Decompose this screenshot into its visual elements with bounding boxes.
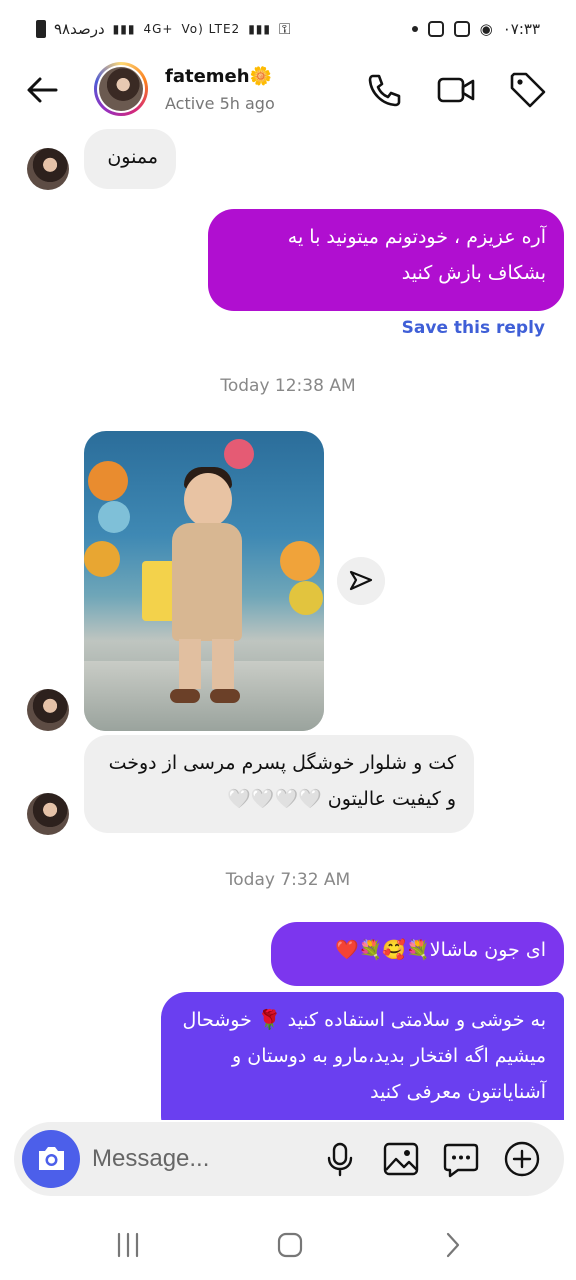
phone-call-icon[interactable] (364, 70, 404, 110)
sender-avatar[interactable] (27, 689, 69, 731)
system-nav-bar (0, 1210, 576, 1280)
sticker-chat-icon[interactable] (442, 1140, 480, 1178)
video-call-icon[interactable] (436, 70, 476, 110)
chat-thread[interactable]: ممنون آره عزیزم ، خودتونم میتونید با یه … (0, 120, 576, 1120)
add-plus-icon[interactable] (503, 1140, 541, 1178)
contact-avatar[interactable] (94, 62, 148, 116)
sender-avatar[interactable] (27, 148, 69, 190)
message-composer (14, 1122, 564, 1196)
outgoing-message[interactable]: آره عزیزم ، خودتونم میتونید با یه بشکاف … (208, 209, 564, 311)
status-bar: ۹۸درصد ▮▮▮ 4G+ Vo) LTE2 ▮▮▮ ⚿ ◉ ۰۷:۳۳ (0, 0, 576, 60)
camera-icon (39, 1147, 64, 1170)
instagram-icon (427, 21, 444, 37)
signal-icon-2: ▮▮▮ (248, 22, 271, 36)
battery-text: ۹۸درصد (54, 20, 105, 38)
microphone-icon[interactable] (321, 1140, 359, 1178)
signal-icon: ▮▮▮ (112, 22, 136, 36)
gallery-icon (453, 21, 470, 37)
status-time: ۰۷:۳۳ (502, 20, 540, 38)
outgoing-message[interactable]: ای جون ماشالا💐🥰💐❤️ (271, 922, 564, 986)
battery-icon (36, 20, 46, 38)
status-left: ۹۸درصد ▮▮▮ 4G+ Vo) LTE2 ▮▮▮ ⚿ (36, 20, 290, 38)
back-nav-icon[interactable] (432, 1228, 472, 1262)
tag-icon[interactable] (508, 70, 548, 110)
contact-status: Active 5h ago (165, 94, 275, 113)
timestamp: Today 12:38 AM (220, 376, 356, 396)
contact-name[interactable]: fatemeh🌼 (165, 66, 272, 87)
chat-header: fatemeh🌼 Active 5h ago (0, 60, 576, 120)
notification-dot-icon (411, 26, 418, 32)
save-reply-link[interactable]: Save this reply (402, 318, 545, 338)
sender-avatar[interactable] (27, 793, 69, 835)
network-label-1: 4G+ (143, 22, 174, 36)
shared-photo[interactable] (84, 431, 324, 731)
key-icon: ⚿ (279, 20, 291, 38)
share-icon[interactable] (337, 557, 385, 605)
network-label-2: Vo) LTE2 (181, 22, 241, 36)
timestamp: Today 7:32 AM (225, 870, 351, 890)
home-icon[interactable] (270, 1228, 310, 1262)
incoming-message[interactable]: کت و شلوار خوشگل پسرم مرسی از دوخت و کیف… (84, 735, 474, 833)
status-right: ◉ ۰۷:۳۳ (411, 20, 540, 38)
incoming-message[interactable]: ممنون (84, 129, 176, 189)
message-input[interactable] (92, 1138, 302, 1180)
camera-button[interactable] (22, 1130, 80, 1188)
back-arrow-icon[interactable] (22, 70, 62, 110)
chrome-icon: ◉ (479, 20, 493, 38)
gallery-icon[interactable] (382, 1140, 420, 1178)
recent-apps-icon[interactable] (108, 1228, 148, 1262)
outgoing-message[interactable]: به خوشی و سلامتی استفاده کنید 🌹 خوشحال م… (161, 992, 564, 1120)
